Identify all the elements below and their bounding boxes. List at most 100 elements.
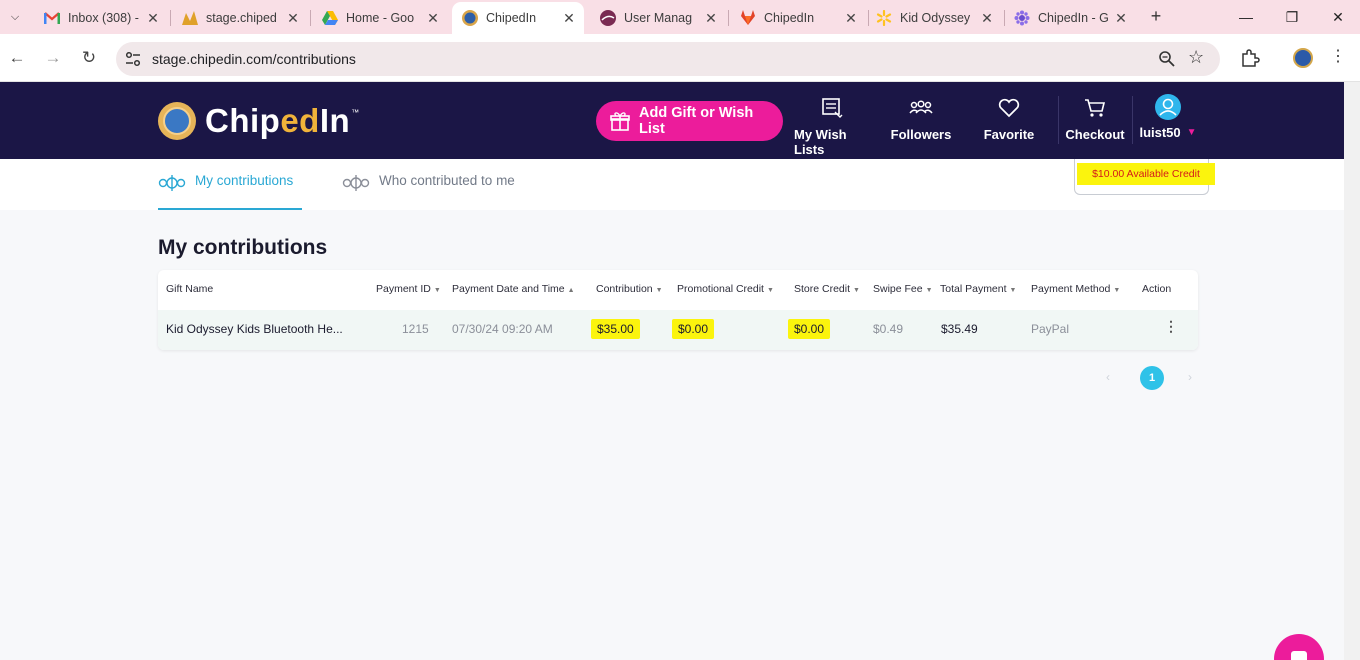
tab-chipedin-2[interactable]: ChipedIn ✕ — [730, 4, 866, 32]
heart-icon — [997, 96, 1021, 120]
cell-payment-method: PayPal — [1031, 322, 1070, 336]
close-icon[interactable]: ✕ — [842, 10, 860, 27]
nav-label: My Wish Lists — [794, 127, 847, 157]
sort-down-icon[interactable]: ▼ — [656, 287, 663, 294]
contributions-table: Gift Name Payment ID ▼ Payment Date and T… — [158, 270, 1198, 350]
page-scrollbar[interactable] — [1344, 82, 1360, 660]
tab-chipedin-g[interactable]: ChipedIn - G ✕ — [1004, 4, 1136, 32]
gift-icon — [610, 111, 630, 131]
sort-down-icon[interactable]: ▼ — [1113, 287, 1120, 294]
tab-drive[interactable]: Home - Goo ✕ — [312, 4, 448, 32]
chat-icon — [1291, 651, 1307, 660]
profile-avatar[interactable] — [1293, 48, 1313, 68]
close-icon[interactable]: ✕ — [284, 10, 302, 27]
gitlab-icon — [740, 10, 756, 26]
close-icon[interactable]: ✕ — [1112, 10, 1130, 27]
sort-down-icon[interactable]: ▼ — [1010, 287, 1017, 294]
restore-icon[interactable]: ❐ — [1283, 8, 1301, 26]
nav-label: Followers — [890, 127, 952, 142]
available-credit: $10.00 Available Credit — [1077, 163, 1215, 185]
browser-menu-kebab-icon[interactable]: ⋮ — [1330, 46, 1346, 66]
contribution-icon — [342, 173, 370, 193]
logo-trademark: ™ — [351, 108, 360, 117]
sort-down-icon[interactable]: ▼ — [767, 287, 774, 294]
row-actions-kebab-icon[interactable]: ⋮ — [1164, 319, 1178, 333]
page-title: My contributions — [158, 236, 328, 259]
tab-kid-odyssey[interactable]: Kid Odyssey ✕ — [866, 4, 1002, 32]
chipedin-logo[interactable]: ChipedIn ™ — [158, 100, 359, 142]
reload-icon[interactable]: ↻ — [79, 48, 99, 68]
col-payment-method[interactable]: Payment Method ▼ — [1031, 283, 1120, 295]
add-gift-button[interactable]: Add Gift or Wish List — [596, 101, 783, 141]
forward-arrow-icon[interactable]: → — [43, 48, 63, 68]
nav-my-wish-lists[interactable]: My Wish Lists — [794, 96, 870, 157]
minimize-icon[interactable]: — — [1237, 8, 1255, 26]
user-name: luist50 ▼ — [1139, 125, 1197, 140]
cell-payment-id: 1215 — [402, 322, 429, 336]
contribution-icon — [158, 173, 186, 193]
close-icon[interactable]: ✕ — [144, 10, 162, 27]
tab-gmail[interactable]: Inbox (308) - ✕ — [34, 4, 168, 32]
cell-gift-name[interactable]: Kid Odyssey Kids Bluetooth He... — [166, 322, 343, 336]
window-close-icon[interactable]: ✕ — [1329, 8, 1347, 26]
tab-title: ChipedIn — [764, 11, 815, 25]
gmail-icon — [44, 10, 60, 26]
col-swipe-fee[interactable]: Swipe Fee ▼ — [873, 283, 933, 295]
tab-title: User Manag — [624, 11, 693, 25]
tab-title: ChipedIn - G — [1038, 11, 1109, 25]
back-arrow-icon[interactable]: ← — [7, 48, 27, 68]
cell-date-time: 07/30/24 09:20 AM — [452, 322, 553, 336]
nav-checkout[interactable]: Checkout — [1065, 96, 1125, 148]
tab-search-chevron-icon[interactable]: ⌵ — [4, 6, 26, 28]
chat-button[interactable] — [1274, 634, 1324, 660]
tab-chipedin-active[interactable]: ChipedIn ✕ — [452, 2, 584, 34]
tab-label: Who contributed to me — [379, 173, 515, 188]
extensions-puzzle-icon[interactable] — [1240, 48, 1260, 68]
close-icon[interactable]: ✕ — [424, 10, 442, 27]
tab-title: stage.chiped — [206, 11, 277, 25]
close-icon[interactable]: ✕ — [978, 10, 996, 27]
zoom-icon[interactable] — [1158, 50, 1176, 68]
sort-up-icon[interactable]: ▲ — [568, 287, 575, 294]
wishlist-icon — [820, 96, 844, 120]
tab-who-contributed[interactable]: Who contributed to me — [342, 173, 532, 210]
col-action: Action — [1142, 283, 1172, 295]
col-promo-credit[interactable]: Promotional Credit ▼ — [677, 283, 774, 295]
tab-label: My contributions — [195, 173, 294, 188]
address-bar[interactable]: stage.chipedin.com/contributions ☆ — [116, 42, 1220, 76]
nav-favorite[interactable]: Favorite — [980, 96, 1038, 148]
tab-my-contributions[interactable]: My contributions — [158, 173, 302, 210]
tab-user-manage[interactable]: User Manag ✕ — [590, 4, 726, 32]
close-icon[interactable]: ✕ — [560, 10, 578, 27]
site-settings-icon[interactable] — [124, 50, 142, 68]
pagination-page-current[interactable]: 1 — [1140, 366, 1164, 390]
pagination-next-icon[interactable]: › — [1188, 370, 1192, 384]
nav-label: Checkout — [1065, 127, 1125, 142]
col-store-credit[interactable]: Store Credit ▼ — [794, 283, 860, 295]
tab-separator — [170, 10, 171, 26]
chevron-down-icon: ▼ — [1186, 127, 1197, 138]
tab-stage[interactable]: stage.chiped ✕ — [172, 4, 308, 32]
col-contribution[interactable]: Contribution ▼ — [596, 283, 663, 295]
table-row[interactable]: Kid Odyssey Kids Bluetooth He... 1215 07… — [158, 310, 1198, 350]
chipedin-icon — [462, 10, 478, 26]
logo-badge-icon — [158, 102, 196, 140]
nav-user-menu[interactable]: luist50 ▼ — [1136, 94, 1200, 146]
sort-down-icon[interactable]: ▼ — [853, 287, 860, 294]
nav-followers[interactable]: Followers — [890, 96, 952, 148]
pagination-prev-icon[interactable]: ‹ — [1106, 370, 1110, 384]
header-divider — [1132, 96, 1133, 144]
bookmark-star-icon[interactable]: ☆ — [1188, 47, 1204, 68]
col-gift-name: Gift Name — [166, 283, 214, 295]
pma-icon — [182, 10, 198, 26]
close-icon[interactable]: ✕ — [702, 10, 720, 27]
url-text[interactable]: stage.chipedin.com/contributions — [152, 51, 356, 67]
col-payment-id[interactable]: Payment ID ▼ — [376, 283, 441, 295]
sort-down-icon[interactable]: ▼ — [926, 287, 933, 294]
col-date-time[interactable]: Payment Date and Time ▲ — [452, 283, 575, 295]
sort-down-icon[interactable]: ▼ — [434, 287, 441, 294]
available-credit-box: $10.00 Available Credit — [1074, 159, 1215, 195]
col-total-payment[interactable]: Total Payment ▼ — [940, 283, 1016, 295]
walmart-icon — [876, 10, 892, 26]
new-tab-plus-icon[interactable]: + — [1146, 6, 1166, 26]
